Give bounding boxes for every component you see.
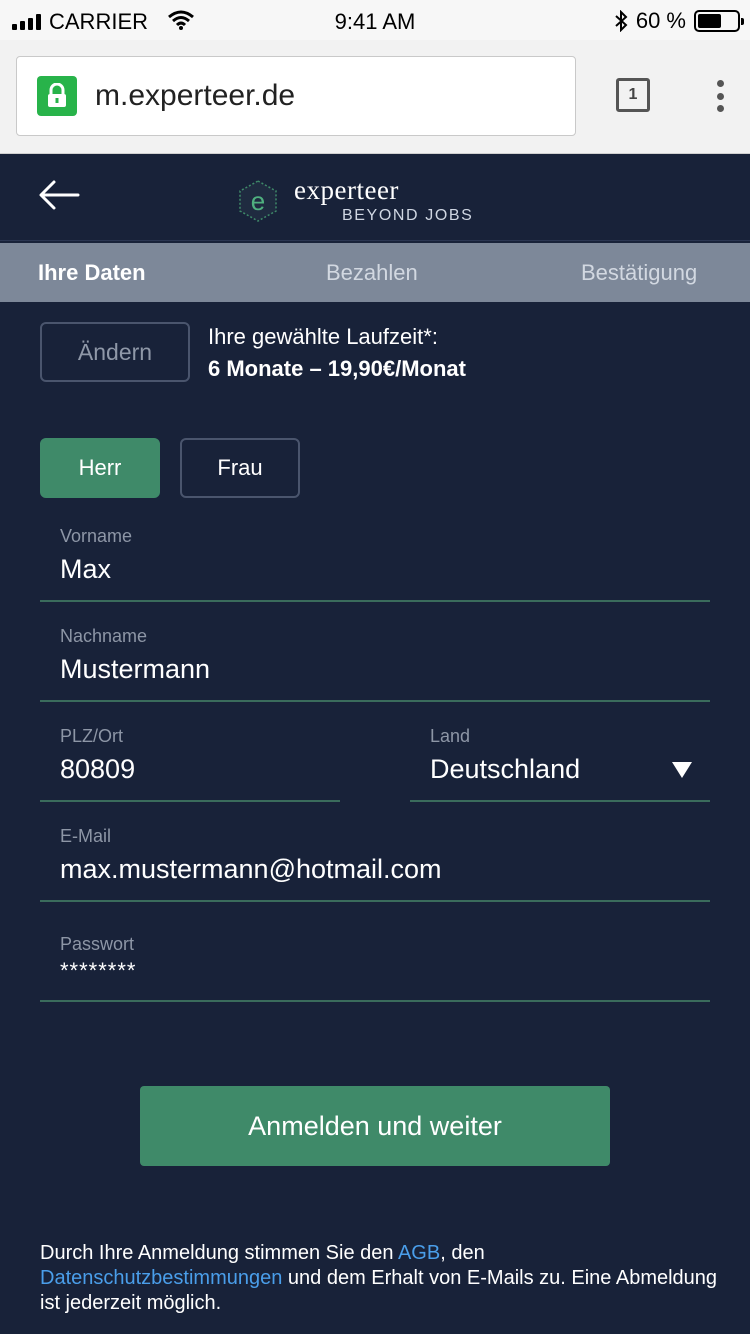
browser-toolbar: m.experteer.de 1 xyxy=(0,40,750,154)
password-field[interactable]: Passwort ******** xyxy=(40,928,710,1002)
lock-icon xyxy=(37,76,77,116)
legal-mid: , den xyxy=(440,1242,485,1264)
password-label: Passwort xyxy=(60,934,135,954)
privacy-link[interactable]: Datenschutzbestimmungen xyxy=(40,1267,282,1289)
first-name-label: Vorname xyxy=(60,526,133,546)
address-bar[interactable]: m.experteer.de xyxy=(16,56,576,136)
email-value: max.mustermann@hotmail.com xyxy=(60,854,442,884)
checkout-steps: Ihre Daten Bezahlen Bestätigung xyxy=(0,243,750,302)
last-name-value: Mustermann xyxy=(60,654,211,684)
brand-tagline: BEYOND JOBS xyxy=(342,207,474,224)
step-ihre-daten: Ihre Daten xyxy=(38,259,146,285)
last-name-field[interactable]: Nachname Mustermann xyxy=(40,620,710,702)
zip-value: 80809 xyxy=(60,754,136,784)
agb-link[interactable]: AGB xyxy=(398,1242,440,1264)
step-bezahlen: Bezahlen xyxy=(326,259,418,285)
legal-prefix: Durch Ihre Anmeldung stimmen Sie den xyxy=(40,1242,398,1264)
svg-text:e: e xyxy=(251,186,265,216)
brand-name: experteer xyxy=(294,175,399,205)
email-label: E-Mail xyxy=(60,826,112,846)
step-bestaetigung: Bestätigung xyxy=(581,259,698,285)
status-bar: CARRIER 9:41 AM 60 % xyxy=(0,0,750,40)
country-value: Deutschland xyxy=(430,754,581,784)
legal-notice: Durch Ihre Anmeldung stimmen Sie den AGB… xyxy=(40,1241,720,1316)
app-header: e experteer BEYOND JOBS xyxy=(0,155,750,241)
zip-field[interactable]: PLZ/Ort 80809 xyxy=(40,720,340,802)
battery-percent: 60 % xyxy=(635,8,686,33)
battery-fill xyxy=(698,14,721,28)
zip-label: PLZ/Ort xyxy=(60,726,124,746)
experteer-logo: e experteer BEYOND JOBS xyxy=(236,177,473,224)
bluetooth-icon xyxy=(615,10,628,32)
password-value: ******** xyxy=(60,958,137,983)
country-select[interactable]: Land Deutschland xyxy=(410,720,710,802)
dropdown-arrow-icon xyxy=(672,762,692,778)
back-arrow-icon[interactable] xyxy=(36,177,82,213)
country-label: Land xyxy=(430,726,471,746)
plan-label: Ihre gewählte Laufzeit*: xyxy=(208,324,438,349)
more-menu-icon[interactable] xyxy=(706,76,734,116)
salutation-herr-button[interactable]: Herr xyxy=(40,438,160,498)
plan-value: 6 Monate – 19,90€/Monat xyxy=(208,356,466,381)
last-name-label: Nachname xyxy=(60,626,148,646)
change-plan-button[interactable]: Ändern xyxy=(40,322,190,382)
logo-mark-icon: e xyxy=(239,179,277,222)
battery-icon xyxy=(694,10,744,32)
email-field[interactable]: E-Mail max.mustermann@hotmail.com xyxy=(40,820,710,902)
tab-switcher-button[interactable]: 1 xyxy=(616,78,650,112)
url-text: m.experteer.de xyxy=(95,79,296,112)
status-right: 60 % xyxy=(614,8,744,34)
register-continue-button[interactable]: Anmelden und weiter xyxy=(140,1086,610,1166)
first-name-field[interactable]: Vorname Max xyxy=(40,520,710,602)
first-name-value: Max xyxy=(60,554,112,584)
salutation-frau-button[interactable]: Frau xyxy=(180,438,300,498)
